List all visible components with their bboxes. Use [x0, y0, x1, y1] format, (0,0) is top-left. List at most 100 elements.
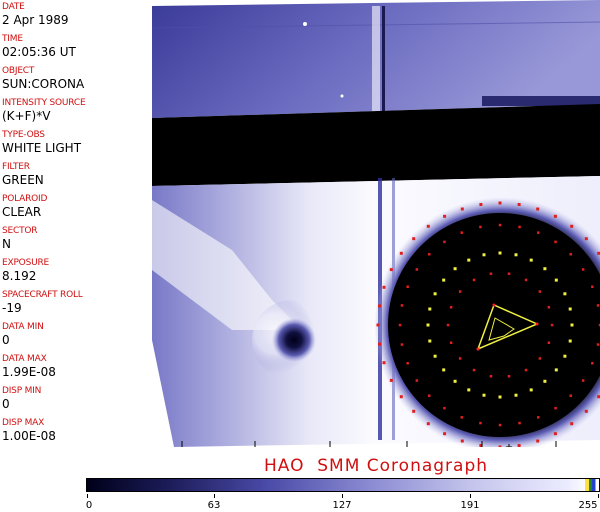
occulter-dot: [472, 278, 476, 282]
field-value: 0: [2, 333, 10, 347]
occulter-dot: [570, 323, 574, 327]
field-value: 0: [2, 397, 10, 411]
field-value: (K+F)*V: [2, 109, 51, 123]
color-scale-tick: [470, 494, 471, 498]
dark-spot: [272, 318, 316, 362]
occulter-dot: [547, 306, 551, 309]
field-label: OBJECT: [2, 66, 35, 76]
occulter-dot: [428, 339, 432, 343]
occulter-dot: [498, 223, 502, 227]
occulter-dot: [554, 278, 558, 282]
color-scale-tick-label: 63: [207, 500, 221, 511]
occulter-dot: [514, 393, 518, 397]
field-label: SECTOR: [2, 226, 38, 236]
field-value: 2 Apr 1989: [2, 13, 69, 27]
color-scale-tick: [214, 494, 215, 498]
occulter-dot: [482, 393, 486, 397]
occulter-dot: [389, 268, 393, 272]
field-sector: SECTOR N: [2, 226, 150, 251]
occulter-dot: [443, 406, 446, 410]
occulter-dot: [529, 388, 533, 392]
occulter-dot: [399, 395, 403, 399]
occulter-dot: [596, 343, 600, 346]
occulter-dot: [406, 362, 409, 365]
occulter-dot: [479, 225, 482, 229]
occulter-dot: [426, 422, 430, 426]
field-label: FILTER: [2, 162, 30, 172]
color-scale-tick: [87, 494, 88, 498]
occulter-dot: [498, 445, 502, 449]
occulter-dot: [581, 268, 585, 271]
occulter-dot: [547, 341, 551, 344]
occulter-dot: [415, 379, 419, 382]
occulter-dot: [433, 354, 437, 358]
occulter-dot: [443, 214, 447, 218]
color-scale-tick: [598, 494, 599, 498]
occulter-dot: [518, 421, 521, 425]
field-value: GREEN: [2, 173, 44, 187]
field-data-max: DATA MAX 1.99E-08: [2, 354, 150, 379]
occulter-dot: [568, 307, 572, 311]
occulter-dot: [570, 422, 574, 426]
occulter-dot: [398, 323, 402, 327]
metadata-panel: DATE 2 Apr 1989 TIME 02:05:36 UT OBJECT …: [0, 0, 153, 447]
occulter-dot: [514, 253, 518, 257]
field-date: DATE 2 Apr 1989: [2, 2, 150, 27]
occulter-dot: [537, 416, 540, 419]
field-label: TYPE-OBS: [2, 130, 45, 140]
field-type-obs: TYPE-OBS WHITE LIGHT: [2, 130, 150, 155]
occulter-dot: [412, 237, 416, 241]
occulter-dot: [428, 307, 432, 311]
field-label: SPACECRAFT ROLL: [2, 290, 83, 300]
color-scale-overflow-swatch: [585, 479, 599, 491]
occulter-dot: [554, 406, 557, 410]
occulter-dot: [568, 339, 572, 343]
occulter-dot: [591, 362, 594, 365]
occulter-dot: [538, 357, 542, 360]
occulter-dot: [554, 368, 558, 372]
color-scale-tick-label: 191: [460, 500, 480, 511]
occulter-dot: [584, 237, 588, 241]
occulter-dot: [538, 290, 542, 293]
field-value: -19: [2, 301, 22, 315]
field-spacecraft-roll: SPACECRAFT ROLL -19: [2, 290, 150, 315]
field-intensity-source: INTENSITY SOURCE (K+F)*V: [2, 98, 150, 123]
occulter-dot: [584, 409, 588, 413]
occulter-dot: [446, 323, 450, 327]
occulter-dot: [569, 394, 572, 397]
occulter-dot: [517, 444, 521, 447]
occulter-dot: [412, 409, 416, 413]
occulter-dot: [596, 304, 600, 307]
occulter-dot: [415, 268, 419, 271]
occulter-dot: [489, 272, 493, 275]
occulter-dot: [563, 292, 567, 296]
occulter-dot: [399, 251, 403, 255]
occulter-dot: [543, 379, 547, 383]
field-time: TIME 02:05:36 UT: [2, 34, 150, 59]
dark-gap: [152, 104, 600, 186]
color-scale-bar: [86, 478, 600, 492]
occulter-dot: [449, 306, 453, 309]
occulter-dot: [442, 278, 446, 282]
color-scale-tick-label: 127: [332, 500, 352, 511]
occulter-dot: [467, 258, 471, 262]
field-label: DATA MIN: [2, 322, 44, 332]
occulter-dot: [554, 240, 557, 244]
occulter-dot: [460, 207, 464, 211]
occulter-dot: [400, 304, 404, 307]
occulter-dot: [458, 357, 462, 360]
occulter-dot: [426, 224, 430, 228]
occulter-dot: [498, 201, 502, 205]
field-disp-min: DISP MIN 0: [2, 386, 150, 411]
occulter-dot: [472, 368, 476, 372]
occulter-dot: [400, 343, 404, 346]
occulter-dot: [460, 231, 463, 234]
occulter-dot: [479, 203, 483, 206]
occulter-dot: [460, 416, 463, 419]
field-label: EXPOSURE: [2, 258, 50, 268]
field-filter: FILTER GREEN: [2, 162, 150, 187]
occulter-dot: [518, 225, 521, 229]
occulter-dot: [453, 267, 457, 271]
field-value: 8.192: [2, 269, 37, 283]
occulter-dot: [460, 439, 464, 443]
